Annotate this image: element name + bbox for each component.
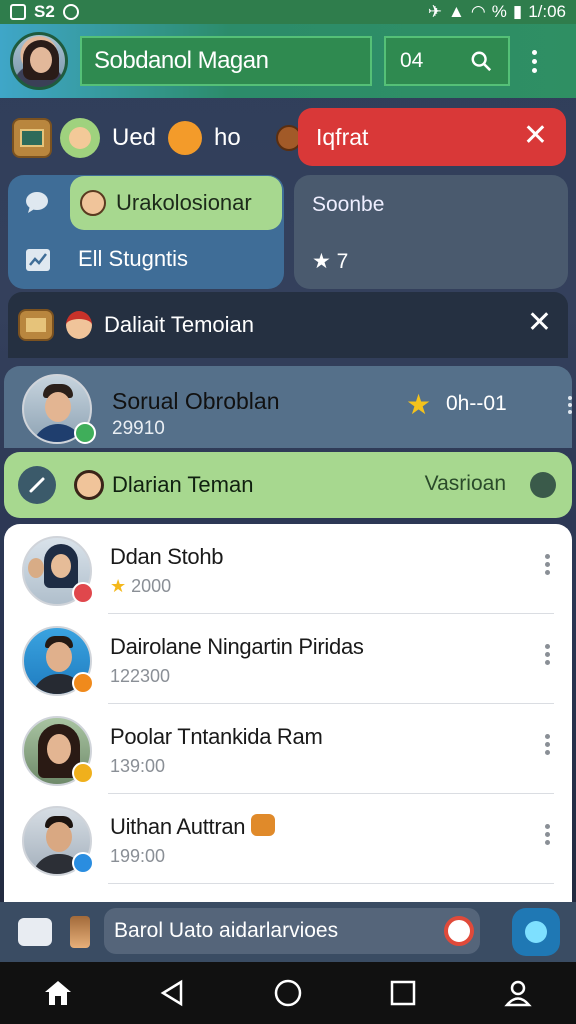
chat-bubble-icon[interactable] xyxy=(22,188,54,216)
smile-face-icon[interactable] xyxy=(60,118,100,158)
featured-contact[interactable]: Sorual Obroblan 29910 ★ 0h--01 xyxy=(4,366,572,448)
list-item[interactable]: Ddan Stohb ★ 2000 xyxy=(4,524,572,614)
status-left-text: S2 xyxy=(34,2,55,21)
featured-code: 0h--01 xyxy=(446,392,507,415)
message-input[interactable]: Barol Uato aidarlarvioes xyxy=(104,908,480,954)
contact-sub: 199:00 xyxy=(110,846,166,866)
board-icon[interactable] xyxy=(12,118,52,158)
wink-face-icon[interactable] xyxy=(168,121,203,155)
character-icon xyxy=(66,311,92,339)
pinned-chat-bar[interactable]: Dlarian Teman Vasrioan xyxy=(4,452,572,518)
desk-icon xyxy=(18,309,54,341)
robot-icon xyxy=(251,814,276,836)
battery-icon: ▮ xyxy=(512,2,523,21)
banner-label: Daliait Temoian xyxy=(104,312,255,337)
compose-bar: Barol Uato aidarlarvioes xyxy=(0,902,576,962)
status-time: 1/:06 xyxy=(528,2,566,21)
star-icon: ★ xyxy=(406,389,432,420)
message-input-text: Barol Uato aidarlarvioes xyxy=(114,919,339,942)
pinned-chat-right-label: Vasrioan xyxy=(424,472,506,495)
contact-sub: 122300 xyxy=(110,666,171,686)
assistant-icon[interactable] xyxy=(512,908,560,956)
system-nav-bar xyxy=(0,962,576,1024)
app-notification-icon xyxy=(62,4,79,20)
quick-row: Ued ho xyxy=(12,110,309,166)
app-header: Sobdanol Magan 04 xyxy=(0,24,576,98)
list-item[interactable]: Uithan Auttran 199:00 xyxy=(4,794,572,884)
close-icon[interactable]: ✕ xyxy=(527,308,552,338)
status-bar: S2 ✈ ▲ ◠ % ▮ 1/:06 xyxy=(0,0,576,24)
close-icon[interactable]: ✕ xyxy=(523,121,548,151)
featured-avatar xyxy=(22,374,96,446)
back-icon[interactable] xyxy=(153,973,193,1013)
more-vert-icon[interactable] xyxy=(545,734,550,755)
more-vert-icon[interactable] xyxy=(545,554,550,575)
left-card-top-label: Urakolosionar xyxy=(116,190,252,215)
contact-name: Dairolane Ningartin Piridas xyxy=(110,634,364,659)
alert-pill[interactable]: Iqfrat ✕ xyxy=(298,108,566,166)
left-card-top-pill[interactable]: Urakolosionar xyxy=(70,176,282,230)
home-icon[interactable] xyxy=(38,973,78,1013)
vibrate-icon: ✈ xyxy=(427,2,443,21)
brush-icon[interactable] xyxy=(70,916,90,948)
featured-name: Sorual Obroblan xyxy=(112,388,280,414)
pinned-chat-label: Dlarian Teman xyxy=(112,472,254,497)
battery-text: % xyxy=(491,2,507,21)
list-item[interactable]: Poolar Tntankida Ram 139:00 xyxy=(4,704,572,794)
header-search-box[interactable]: 04 xyxy=(384,36,510,86)
right-card-rating: ★ 7 xyxy=(312,249,348,274)
list-item[interactable]: Dairolane Ningartin Piridas 122300 xyxy=(4,614,572,704)
left-card-bottom-label[interactable]: Ell Stugntis xyxy=(78,246,188,272)
contact-list: Ddan Stohb ★ 2000 Dairolane Ningartin Pi… xyxy=(4,524,572,902)
home-circle-icon[interactable] xyxy=(268,973,308,1013)
contact-name: Uithan Auttran xyxy=(110,814,276,840)
contact-avatar xyxy=(22,716,94,786)
header-code: 04 xyxy=(400,49,424,72)
contact-avatar xyxy=(22,536,94,606)
recents-icon[interactable] xyxy=(383,973,423,1013)
right-card[interactable]: Soonbe ★ 7 xyxy=(294,175,568,289)
right-card-title: Soonbe xyxy=(312,193,385,216)
star-icon: ★ xyxy=(110,576,132,596)
more-vert-icon[interactable] xyxy=(545,824,550,845)
contact-sub: ★ 2000 xyxy=(110,576,171,597)
more-vert-icon[interactable] xyxy=(568,396,574,414)
contact-avatar xyxy=(22,806,94,876)
contact-name: Ddan Stohb xyxy=(110,544,224,569)
kid-face-icon xyxy=(80,190,106,216)
contact-sub-value: 2000 xyxy=(131,576,172,596)
search-icon[interactable] xyxy=(470,50,492,72)
record-icon[interactable] xyxy=(444,916,474,946)
wifi-icon: ◠ xyxy=(470,2,486,21)
header-title[interactable]: Sobdanol Magan xyxy=(80,36,372,86)
featured-number: 29910 xyxy=(112,418,165,439)
keyboard-icon[interactable] xyxy=(18,918,52,946)
star-icon: ★ xyxy=(312,250,337,273)
star-count: 7 xyxy=(336,250,349,273)
gallery-icon xyxy=(10,4,26,20)
more-vert-icon[interactable] xyxy=(532,49,538,73)
contact-sub: 139:00 xyxy=(110,756,166,776)
more-vert-icon[interactable] xyxy=(545,644,550,665)
pen-icon[interactable] xyxy=(18,466,56,504)
profile-avatar[interactable] xyxy=(10,32,68,90)
signal-icon: ▲ xyxy=(448,2,465,21)
tag-icon[interactable] xyxy=(530,472,556,498)
chart-icon[interactable] xyxy=(22,246,54,274)
alert-label: Iqfrat xyxy=(316,123,369,150)
quick-label-a: Ued xyxy=(112,124,157,151)
contact-name: Poolar Tntankida Ram xyxy=(110,724,323,749)
banner[interactable]: Daliait Temoian ✕ xyxy=(8,292,568,358)
girl-face-icon xyxy=(74,470,104,500)
quick-label-b: ho xyxy=(214,124,241,151)
contact-avatar xyxy=(22,626,94,696)
profile-icon[interactable] xyxy=(498,973,538,1013)
